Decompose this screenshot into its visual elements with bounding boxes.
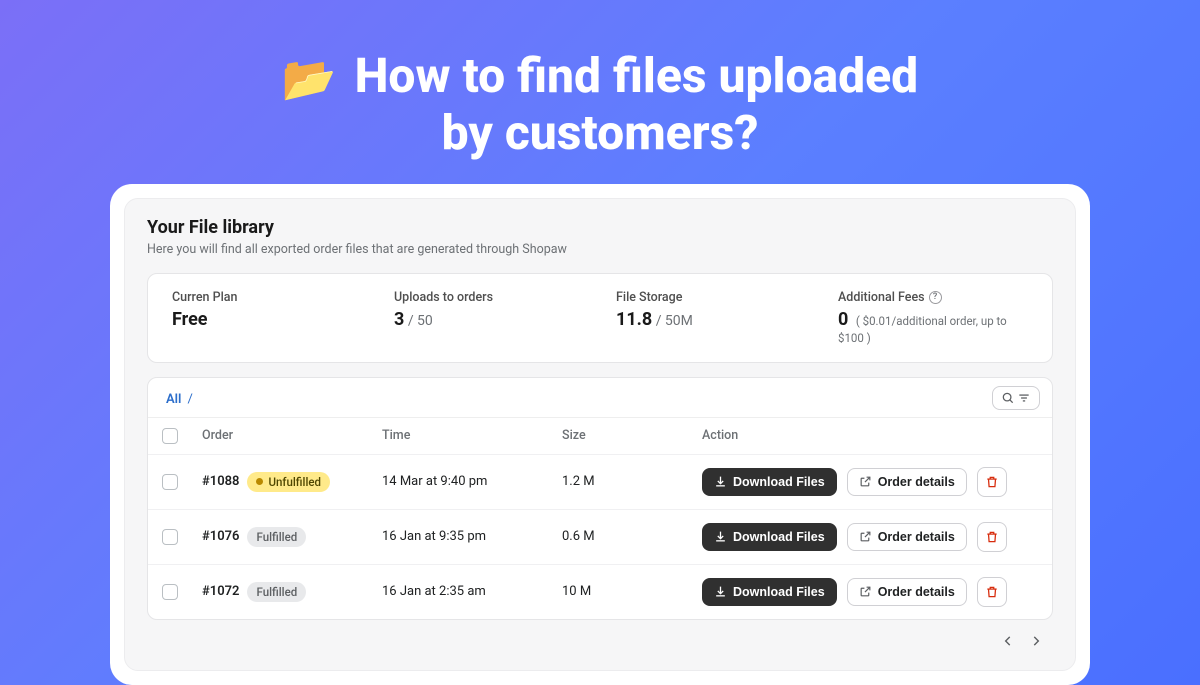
pager-prev[interactable] xyxy=(997,630,1019,652)
panel-inner: Your File library Here you will find all… xyxy=(124,198,1076,671)
panel: Your File library Here you will find all… xyxy=(110,184,1090,685)
order-details-button[interactable]: Order details xyxy=(847,468,967,496)
stat-fees-value: 0 xyxy=(838,309,848,330)
stat-storage-value: 11.8 xyxy=(616,309,652,330)
hero-title: 📂 How to find files uploaded by customer… xyxy=(0,0,1200,184)
trash-icon xyxy=(985,530,999,544)
row-checkbox[interactable] xyxy=(162,529,178,545)
stat-plan-value: Free xyxy=(172,309,208,330)
row-actions: Download Files Order details xyxy=(702,522,1038,552)
table-header: Order Time Size Action xyxy=(148,418,1052,455)
status-badge: Fulfilled xyxy=(247,527,306,547)
row-checkbox[interactable] xyxy=(162,474,178,490)
trash-icon xyxy=(985,475,999,489)
tabs-row: All / xyxy=(148,378,1052,418)
library-subtitle: Here you will find all exported order fi… xyxy=(147,242,1053,257)
stat-fees-label: Additional Fees xyxy=(838,290,925,305)
stat-storage-label: File Storage xyxy=(616,290,806,305)
row-size: 0.6 M xyxy=(562,529,702,544)
external-link-icon xyxy=(859,530,872,543)
pager-next[interactable] xyxy=(1025,630,1047,652)
order-details-button[interactable]: Order details xyxy=(847,578,967,606)
table-row: #1072 Fulfilled 16 Jan at 2:35 am 10 M D… xyxy=(148,565,1052,619)
stat-uploads: Uploads to orders 3 / 50 xyxy=(394,290,584,346)
external-link-icon xyxy=(859,585,872,598)
download-button[interactable]: Download Files xyxy=(702,523,837,551)
stat-storage-max: / 50M xyxy=(656,313,693,329)
row-size: 10 M xyxy=(562,584,702,599)
status-badge: Unfulfilled xyxy=(247,472,330,492)
row-actions: Download Files Order details xyxy=(702,467,1038,497)
help-icon[interactable]: ? xyxy=(929,291,942,304)
download-icon xyxy=(714,475,727,488)
row-actions: Download Files Order details xyxy=(702,577,1038,607)
stat-uploads-label: Uploads to orders xyxy=(394,290,584,305)
row-time: 16 Jan at 2:35 am xyxy=(382,584,562,599)
search-filter-button[interactable] xyxy=(992,386,1040,410)
orders-table: All / Order Time Size Action #1088 Unful… xyxy=(147,377,1053,620)
library-title: Your File library xyxy=(147,217,1053,238)
row-time: 14 Mar at 9:40 pm xyxy=(382,474,562,489)
order-id: #1088 xyxy=(202,474,239,489)
table-row: #1088 Unfulfilled 14 Mar at 9:40 pm 1.2 … xyxy=(148,455,1052,510)
chevron-right-icon xyxy=(1029,634,1043,648)
stat-plan-label: Curren Plan xyxy=(172,290,362,305)
delete-button[interactable] xyxy=(977,522,1007,552)
download-button[interactable]: Download Files xyxy=(702,468,837,496)
stat-fees: Additional Fees ? 0 ( $0.01/additional o… xyxy=(838,290,1028,346)
search-icon xyxy=(1001,391,1015,405)
external-link-icon xyxy=(859,475,872,488)
col-time: Time xyxy=(382,428,562,444)
filter-icon xyxy=(1017,391,1031,405)
tab-separator: / xyxy=(187,392,192,411)
order-id: #1076 xyxy=(202,529,239,544)
stats-box: Curren Plan Free Uploads to orders 3 / 5… xyxy=(147,273,1053,363)
hero-title-line1: How to find files uploaded xyxy=(355,47,919,104)
row-size: 1.2 M xyxy=(562,474,702,489)
row-checkbox[interactable] xyxy=(162,584,178,600)
trash-icon xyxy=(985,585,999,599)
tab-all[interactable]: All xyxy=(160,386,187,417)
folder-icon: 📂 xyxy=(282,53,337,105)
order-id: #1072 xyxy=(202,584,239,599)
download-icon xyxy=(714,585,727,598)
col-action: Action xyxy=(702,428,1038,444)
delete-button[interactable] xyxy=(977,577,1007,607)
download-button[interactable]: Download Files xyxy=(702,578,837,606)
stat-storage: File Storage 11.8 / 50M xyxy=(616,290,806,346)
row-time: 16 Jan at 9:35 pm xyxy=(382,529,562,544)
col-size: Size xyxy=(562,428,702,444)
stat-uploads-max: / 50 xyxy=(408,313,433,329)
chevron-left-icon xyxy=(1001,634,1015,648)
hero-title-line2: by customers? xyxy=(442,104,759,161)
delete-button[interactable] xyxy=(977,467,1007,497)
col-order: Order xyxy=(202,428,382,444)
order-details-button[interactable]: Order details xyxy=(847,523,967,551)
table-row: #1076 Fulfilled 16 Jan at 9:35 pm 0.6 M … xyxy=(148,510,1052,565)
stat-plan: Curren Plan Free xyxy=(172,290,362,346)
select-all-checkbox[interactable] xyxy=(162,428,178,444)
download-icon xyxy=(714,530,727,543)
status-badge: Fulfilled xyxy=(247,582,306,602)
stat-fees-note: ( $0.01/additional order, up to $100 ) xyxy=(838,314,1007,345)
stat-uploads-value: 3 xyxy=(394,309,404,330)
pager xyxy=(147,620,1053,652)
